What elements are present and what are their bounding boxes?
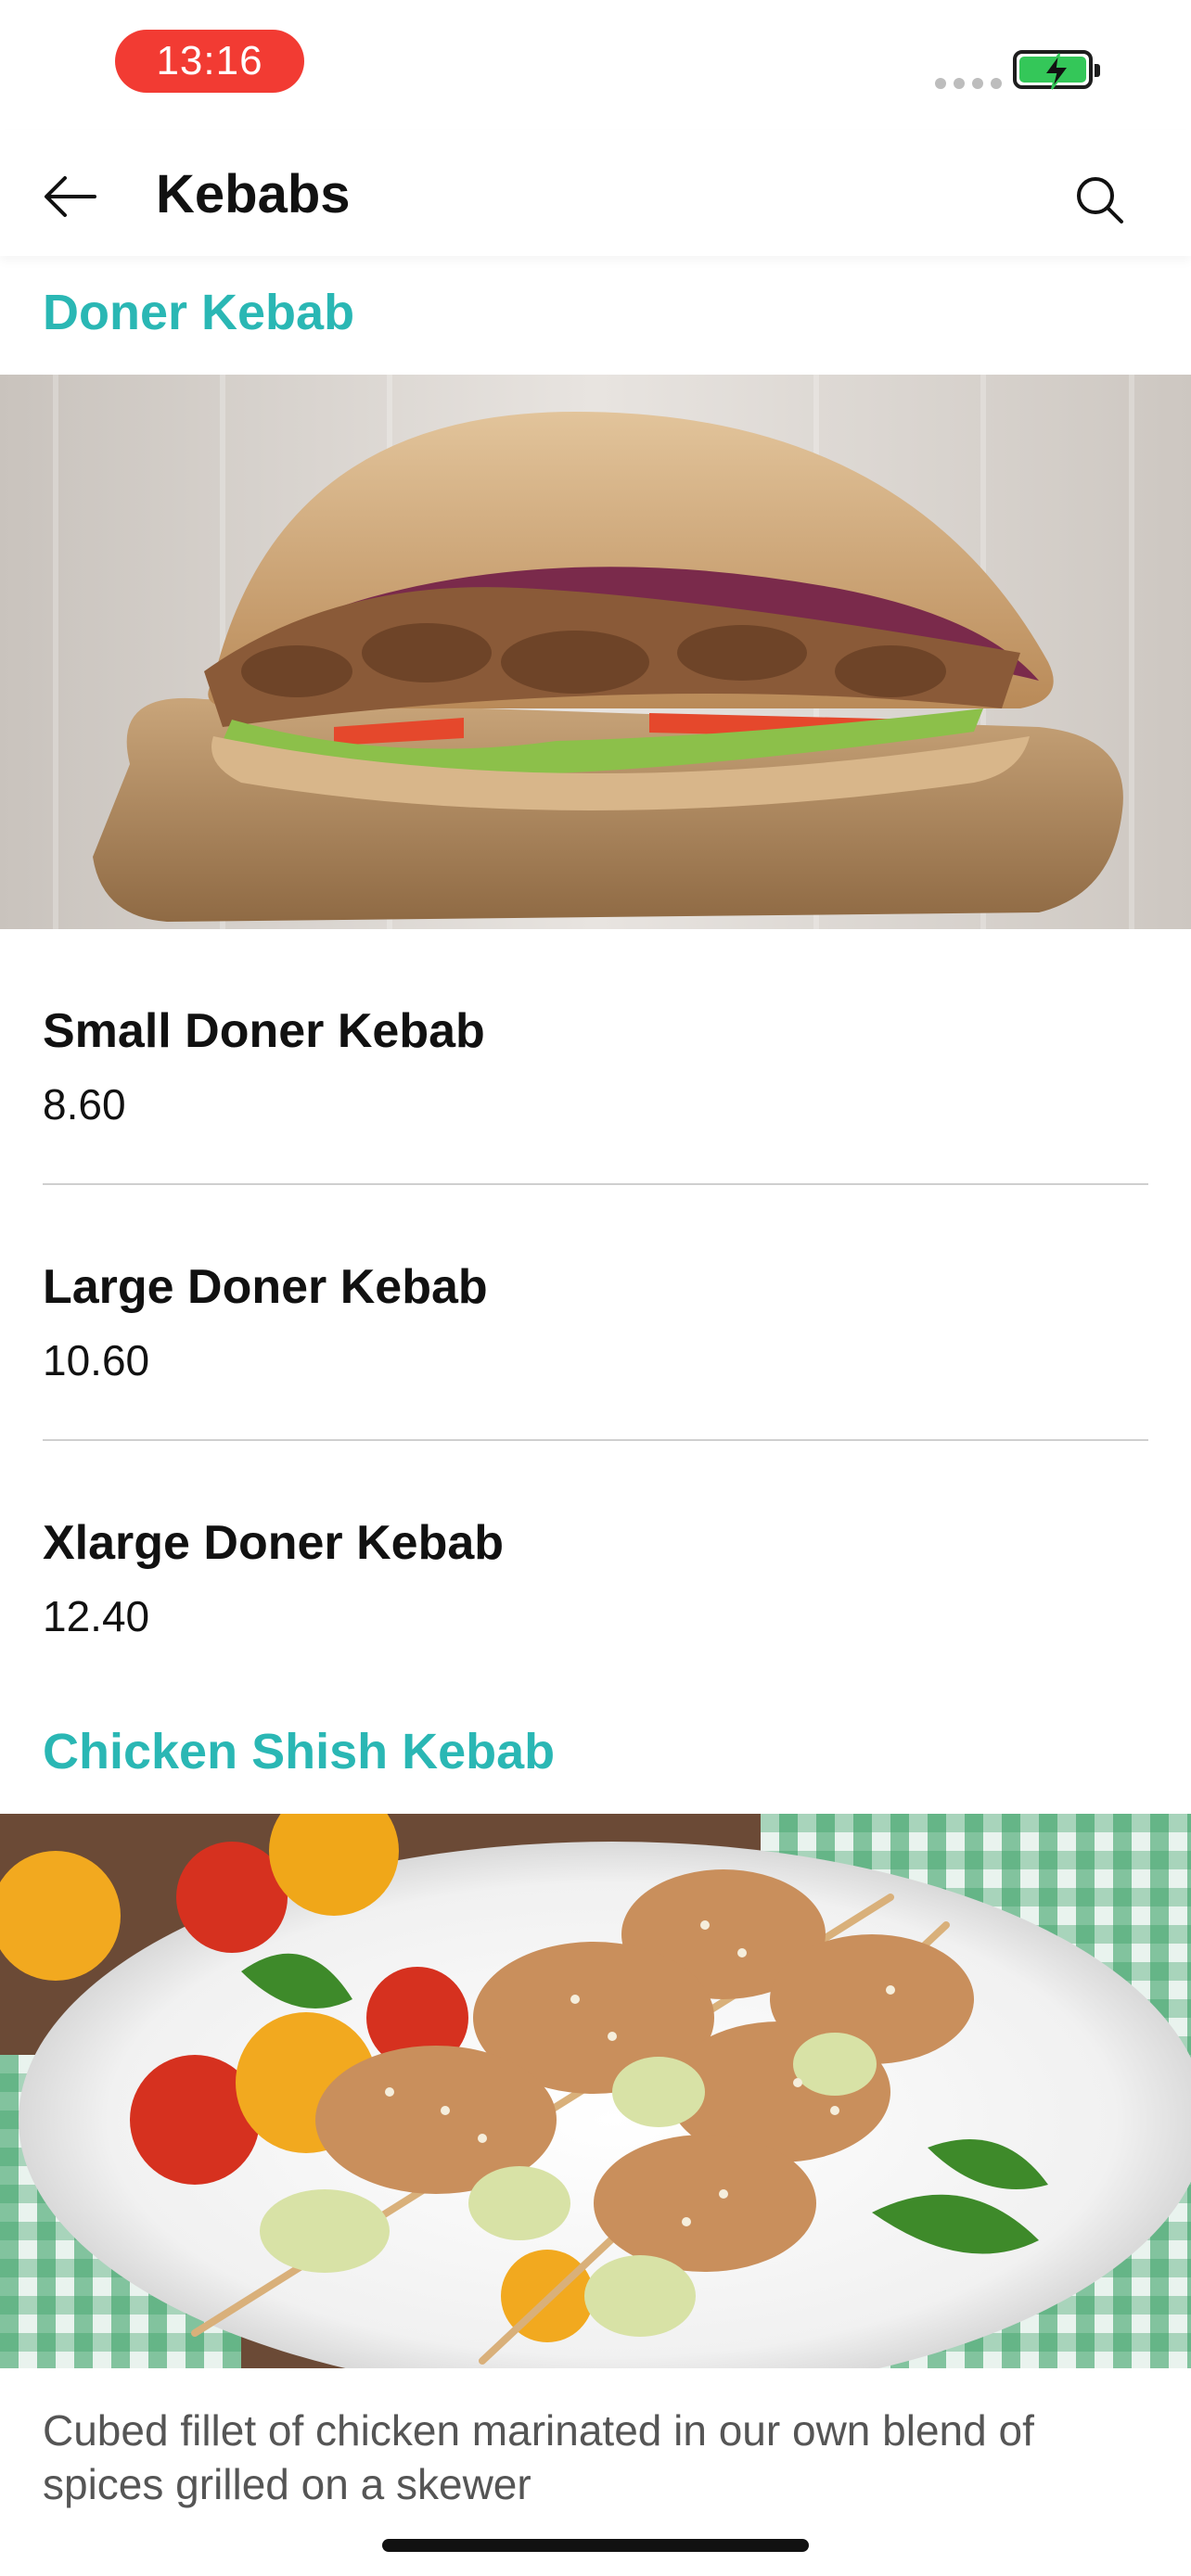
section-title-chicken-shish-kebab: Chicken Shish Kebab xyxy=(43,1724,556,1779)
section-title-doner-kebab: Doner Kebab xyxy=(43,285,355,340)
navigation-bar: Kebabs xyxy=(0,130,1191,256)
divider xyxy=(43,1439,1148,1441)
item-price: 8.60 xyxy=(43,1080,126,1129)
doner-kebab-photo xyxy=(0,375,1191,929)
chicken-shish-kebab-photo[interactable] xyxy=(0,1814,1191,2368)
divider xyxy=(43,1183,1148,1185)
item-name: Xlarge Doner Kebab xyxy=(43,1516,505,1570)
back-button[interactable] xyxy=(41,169,100,224)
status-time: 13:16 xyxy=(115,30,304,93)
page-title: Kebabs xyxy=(156,164,351,224)
status-bar: 13:16 xyxy=(0,0,1191,130)
home-indicator[interactable] xyxy=(382,2539,809,2552)
cellular-signal-icon xyxy=(935,78,1002,89)
search-button[interactable] xyxy=(1067,167,1132,232)
menu-item-xlarge-doner-kebab[interactable]: Xlarge Doner Kebab 12.40 xyxy=(43,1515,1148,1641)
item-name: Small Doner Kebab xyxy=(43,1004,485,1058)
menu-item-small-doner-kebab[interactable]: Small Doner Kebab 8.60 xyxy=(43,1003,1148,1129)
item-price: 12.40 xyxy=(43,1592,150,1640)
search-icon xyxy=(1077,177,1123,223)
battery-charging-icon xyxy=(1013,50,1100,90)
arrow-left-icon xyxy=(45,176,96,217)
menu-item-large-doner-kebab[interactable]: Large Doner Kebab 10.60 xyxy=(43,1259,1148,1385)
item-description: Cubed fillet of chicken marinated in our… xyxy=(43,2406,1034,2508)
item-name: Large Doner Kebab xyxy=(43,1260,488,1314)
item-price: 10.60 xyxy=(43,1336,150,1384)
